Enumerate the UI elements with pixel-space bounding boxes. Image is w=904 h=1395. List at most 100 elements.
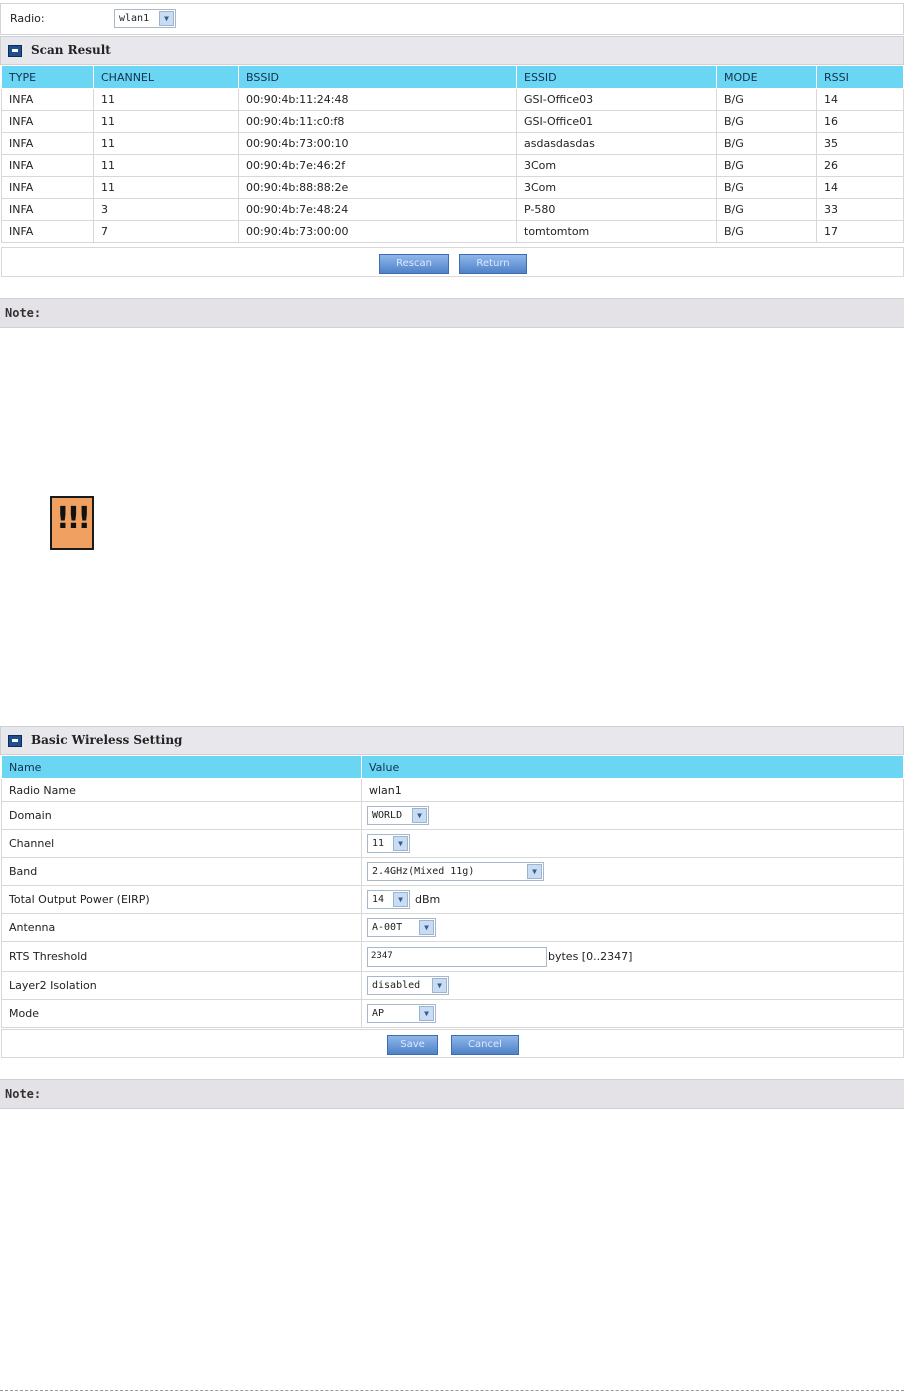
- col-type[interactable]: TYPE: [1, 65, 94, 89]
- col-mode[interactable]: MODE: [716, 65, 817, 89]
- rts-input-value: 2347: [371, 951, 393, 961]
- cell-type: INFA: [1, 220, 94, 243]
- band-label: Band: [1, 857, 362, 886]
- radio-label: Radio:: [10, 12, 45, 25]
- isolation-cell: disabled ▼: [361, 971, 904, 1000]
- row-antenna: Antenna A-00T ▼: [1, 913, 904, 942]
- radio-select-value: wlan1: [119, 13, 150, 24]
- cell-channel: 11: [93, 132, 239, 155]
- mode-select-value: AP: [372, 1008, 385, 1019]
- antenna-select-value: A-00T: [372, 922, 403, 933]
- cell-essid: GSI-Office03: [516, 88, 717, 111]
- chevron-down-icon: ▼: [159, 11, 174, 26]
- power-select[interactable]: 14 ▼: [367, 890, 410, 909]
- radio-name-label: Radio Name: [1, 778, 362, 802]
- rescan-button[interactable]: Rescan: [379, 254, 449, 274]
- table-row[interactable]: INFA 11 00:90:4b:11:c0:f8 GSI-Office01 B…: [1, 110, 904, 133]
- chevron-down-icon: ▼: [412, 808, 427, 823]
- antenna-select[interactable]: A-00T ▼: [367, 918, 436, 937]
- cell-bssid: 00:90:4b:73:00:10: [238, 132, 517, 155]
- cell-mode: B/G: [716, 110, 817, 133]
- chevron-down-icon: ▼: [419, 920, 434, 935]
- table-row[interactable]: INFA 11 00:90:4b:88:88:2e 3Com B/G 14: [1, 176, 904, 199]
- rts-label: RTS Threshold: [1, 941, 362, 972]
- table-row[interactable]: INFA 11 00:90:4b:73:00:10 asdasdasdas B/…: [1, 132, 904, 155]
- save-button[interactable]: Save: [387, 1035, 438, 1055]
- page-divider: [0, 1390, 904, 1391]
- cell-mode: B/G: [716, 154, 817, 177]
- cell-essid: P-580: [516, 198, 717, 221]
- channel-cell: 11 ▼: [361, 829, 904, 858]
- row-rts: RTS Threshold 2347 bytes [0..2347]: [1, 941, 904, 972]
- cell-bssid: 00:90:4b:88:88:2e: [238, 176, 517, 199]
- settings-button-row: Save Cancel: [1, 1029, 904, 1058]
- cell-rssi: 16: [816, 110, 904, 133]
- cell-type: INFA: [1, 132, 94, 155]
- channel-label: Channel: [1, 829, 362, 858]
- cell-channel: 11: [93, 176, 239, 199]
- cell-mode: B/G: [716, 132, 817, 155]
- cell-channel: 3: [93, 198, 239, 221]
- power-label: Total Output Power (EIRP): [1, 885, 362, 914]
- radio-bar: Radio: wlan1 ▼: [0, 3, 904, 35]
- radio-select[interactable]: wlan1 ▼: [114, 9, 176, 28]
- chevron-down-icon: ▼: [393, 836, 408, 851]
- radio-name-value: wlan1: [361, 778, 904, 802]
- col-bssid[interactable]: BSSID: [238, 65, 517, 89]
- row-mode: Mode AP ▼: [1, 999, 904, 1028]
- channel-select-value: 11: [372, 838, 385, 849]
- band-select[interactable]: 2.4GHz(Mixed 11g) ▼: [367, 862, 544, 881]
- scan-result-title: Scan Result: [31, 43, 111, 57]
- scan-table-header: TYPE CHANNEL BSSID ESSID MODE RSSI: [1, 65, 904, 89]
- panel-arrow-icon: [8, 45, 22, 57]
- cell-essid: 3Com: [516, 154, 717, 177]
- band-cell: 2.4GHz(Mixed 11g) ▼: [361, 857, 904, 886]
- antenna-label: Antenna: [1, 913, 362, 942]
- col-essid[interactable]: ESSID: [516, 65, 717, 89]
- isolation-select[interactable]: disabled ▼: [367, 976, 449, 995]
- antenna-cell: A-00T ▼: [361, 913, 904, 942]
- cell-essid: asdasdasdas: [516, 132, 717, 155]
- row-channel: Channel 11 ▼: [1, 829, 904, 858]
- basic-settings-table: Name Value Radio Name wlan1 Domain WORLD…: [1, 755, 904, 1028]
- note-label: Note:: [5, 306, 42, 320]
- table-row[interactable]: INFA 3 00:90:4b:7e:48:24 P-580 B/G 33: [1, 198, 904, 221]
- channel-select[interactable]: 11 ▼: [367, 834, 410, 853]
- row-domain: Domain WORLD ▼: [1, 801, 904, 830]
- basic-wireless-title: Basic Wireless Setting: [31, 733, 183, 747]
- cell-type: INFA: [1, 154, 94, 177]
- cell-channel: 11: [93, 154, 239, 177]
- col-channel[interactable]: CHANNEL: [93, 65, 239, 89]
- settings-header: Name Value: [1, 755, 904, 779]
- cell-channel: 11: [93, 88, 239, 111]
- table-row[interactable]: INFA 11 00:90:4b:7e:46:2f 3Com B/G 26: [1, 154, 904, 177]
- cell-mode: B/G: [716, 88, 817, 111]
- return-button[interactable]: Return: [459, 254, 527, 274]
- power-cell: 14 ▼ dBm: [361, 885, 904, 914]
- domain-cell: WORLD ▼: [361, 801, 904, 830]
- cell-rssi: 26: [816, 154, 904, 177]
- cell-mode: B/G: [716, 220, 817, 243]
- panel-arrow-icon: [8, 735, 22, 747]
- warning-icon: !!!: [50, 496, 94, 550]
- mode-select[interactable]: AP ▼: [367, 1004, 436, 1023]
- col-rssi[interactable]: RSSI: [816, 65, 904, 89]
- chevron-down-icon: ▼: [432, 978, 447, 993]
- chevron-down-icon: ▼: [419, 1006, 434, 1021]
- table-row[interactable]: INFA 11 00:90:4b:11:24:48 GSI-Office03 B…: [1, 88, 904, 111]
- table-row[interactable]: INFA 7 00:90:4b:73:00:00 tomtomtom B/G 1…: [1, 220, 904, 243]
- rts-input[interactable]: 2347: [367, 947, 547, 967]
- cell-bssid: 00:90:4b:7e:46:2f: [238, 154, 517, 177]
- col-name: Name: [1, 755, 362, 779]
- cell-bssid: 00:90:4b:73:00:00: [238, 220, 517, 243]
- cell-type: INFA: [1, 88, 94, 111]
- mode-cell: AP ▼: [361, 999, 904, 1028]
- cancel-button[interactable]: Cancel: [451, 1035, 519, 1055]
- domain-select[interactable]: WORLD ▼: [367, 806, 429, 825]
- cell-essid: 3Com: [516, 176, 717, 199]
- row-isolation: Layer2 Isolation disabled ▼: [1, 971, 904, 1000]
- rts-hint: bytes [0..2347]: [548, 950, 633, 963]
- cell-type: INFA: [1, 176, 94, 199]
- row-power: Total Output Power (EIRP) 14 ▼ dBm: [1, 885, 904, 914]
- isolation-label: Layer2 Isolation: [1, 971, 362, 1000]
